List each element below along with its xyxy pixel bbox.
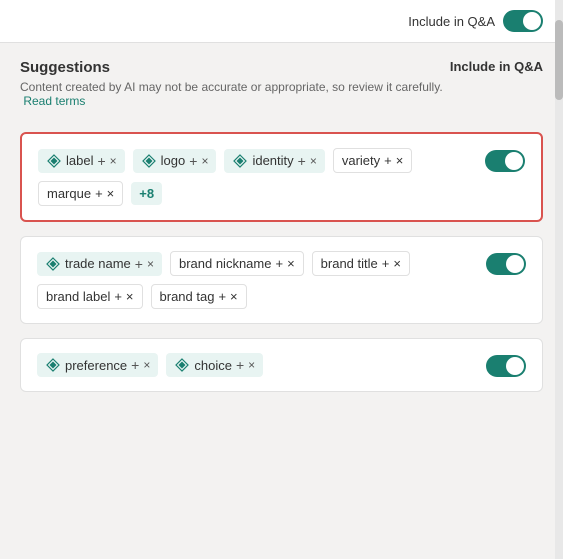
tag-logo-text: logo xyxy=(161,153,186,168)
card-3-content: preference + × choice + × xyxy=(37,353,474,377)
card-3-toggle-wrapper xyxy=(486,353,526,377)
card-1-content: label + × logo + × xyxy=(38,148,473,206)
top-bar: Include in Q&A xyxy=(0,0,563,43)
tag-logo-plus[interactable]: + xyxy=(189,154,197,168)
tag-label: label + × xyxy=(38,149,125,173)
tag-logo: logo + × xyxy=(133,149,217,173)
header-left: Suggestions Content created by AI may no… xyxy=(20,59,450,120)
tag-marque-close[interactable]: × xyxy=(107,186,115,201)
tag-identity-close[interactable]: × xyxy=(310,155,317,167)
tag-marque-text: marque xyxy=(47,186,91,201)
tag-label-plus[interactable]: + xyxy=(97,154,105,168)
ai-icon-logo xyxy=(141,153,157,169)
tag-brand-tag-text: brand tag xyxy=(160,289,215,304)
tag-brand-label-text: brand label xyxy=(46,289,110,304)
tag-preference: preference + × xyxy=(37,353,158,377)
tag-preference-plus[interactable]: + xyxy=(131,358,139,372)
tag-identity-plus[interactable]: + xyxy=(298,154,306,168)
card-3-toggle[interactable] xyxy=(486,355,526,377)
tag-choice: choice + × xyxy=(166,353,263,377)
ai-icon-identity xyxy=(232,153,248,169)
card-2-toggle-wrapper xyxy=(486,251,526,275)
subtitle-text: Content created by AI may not be accurat… xyxy=(20,80,443,94)
tag-logo-close[interactable]: × xyxy=(201,155,208,167)
tag-trade-name: trade name + × xyxy=(37,252,162,276)
tag-choice-text: choice xyxy=(194,358,232,373)
card-3: preference + × choice + × xyxy=(20,338,543,392)
tag-brand-tag: brand tag + × xyxy=(151,284,247,309)
tag-brand-tag-plus[interactable]: + xyxy=(218,289,226,304)
card-1: label + × logo + × xyxy=(20,132,543,222)
include-qna-header: Include in Q&A xyxy=(450,59,543,74)
tag-trade-name-plus[interactable]: + xyxy=(135,257,143,271)
tag-choice-plus[interactable]: + xyxy=(236,358,244,372)
tag-marque-plus[interactable]: + xyxy=(95,186,103,201)
ai-icon xyxy=(46,153,62,169)
tag-variety-plus[interactable]: + xyxy=(384,153,392,168)
tag-variety: variety + × xyxy=(333,148,412,173)
ai-icon-preference xyxy=(45,357,61,373)
more-badge-1[interactable]: +8 xyxy=(131,182,162,205)
suggestions-subtitle: Content created by AI may not be accurat… xyxy=(20,80,450,108)
tag-brand-label-close[interactable]: × xyxy=(126,289,134,304)
tag-brand-title: brand title + × xyxy=(312,251,410,276)
scrollbar[interactable] xyxy=(555,0,563,559)
tag-identity-text: identity xyxy=(252,153,293,168)
tag-marque: marque + × xyxy=(38,181,123,206)
card-2-toggle[interactable] xyxy=(486,253,526,275)
read-terms-link[interactable]: Read terms xyxy=(23,94,85,108)
top-toggle[interactable] xyxy=(503,10,543,32)
tag-label-close[interactable]: × xyxy=(110,155,117,167)
ai-icon-choice xyxy=(174,357,190,373)
tag-trade-name-close[interactable]: × xyxy=(147,258,154,270)
tag-brand-label: brand label + × xyxy=(37,284,143,309)
tag-identity: identity + × xyxy=(224,149,324,173)
tag-preference-close[interactable]: × xyxy=(143,359,150,371)
suggestions-title: Suggestions xyxy=(20,59,450,76)
ai-icon-trade-name xyxy=(45,256,61,272)
tag-brand-nickname: brand nickname + × xyxy=(170,251,304,276)
tag-preference-text: preference xyxy=(65,358,127,373)
tag-brand-nickname-close[interactable]: × xyxy=(287,256,295,271)
header-row: Suggestions Content created by AI may no… xyxy=(20,59,543,120)
tag-variety-text: variety xyxy=(342,153,380,168)
card-1-toggle-wrapper xyxy=(485,148,525,172)
tag-choice-close[interactable]: × xyxy=(248,359,255,371)
card-1-toggle[interactable] xyxy=(485,150,525,172)
tag-brand-title-text: brand title xyxy=(321,256,378,271)
top-toggle-label: Include in Q&A xyxy=(408,14,495,29)
tag-brand-title-plus[interactable]: + xyxy=(382,256,390,271)
content-area: Suggestions Content created by AI may no… xyxy=(0,43,563,422)
card-2: trade name + × brand nickname + × brand … xyxy=(20,236,543,324)
card-2-content: trade name + × brand nickname + × brand … xyxy=(37,251,474,309)
tag-brand-nickname-plus[interactable]: + xyxy=(275,256,283,271)
tag-label-text: label xyxy=(66,153,93,168)
scrollbar-thumb[interactable] xyxy=(555,20,563,100)
tag-brand-tag-close[interactable]: × xyxy=(230,289,238,304)
tag-brand-label-plus[interactable]: + xyxy=(114,289,122,304)
tag-variety-close[interactable]: × xyxy=(396,153,404,168)
tag-brand-title-close[interactable]: × xyxy=(393,256,401,271)
tag-trade-name-text: trade name xyxy=(65,256,131,271)
tag-brand-nickname-text: brand nickname xyxy=(179,256,272,271)
